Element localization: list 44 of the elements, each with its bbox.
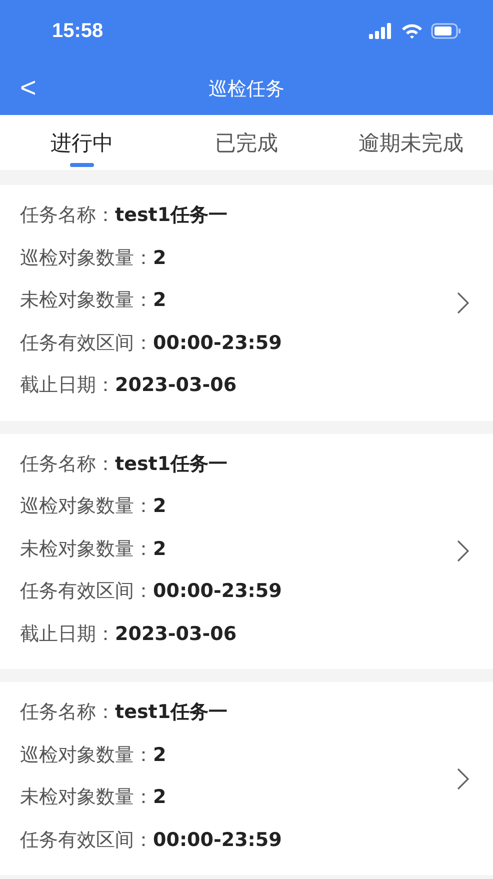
task-card[interactable]: 任务名称：test1任务一 巡检对象数量：2 未检对象数量：2 任务有效区间：00:00-23:59 截止日期：2023-03-06 <box>0 434 493 669</box>
field-value: 00:00-23:59 <box>153 828 282 851</box>
field-value: test1任务一 <box>115 203 228 228</box>
chevron-right-icon <box>457 768 469 790</box>
field-label: 巡检对象数量： <box>20 246 153 271</box>
tab[interactable]: 已完成 <box>164 115 329 170</box>
field-label: 巡检对象数量： <box>20 742 153 768</box>
field-label: 任务有效区间： <box>20 330 153 356</box>
field-label: 任务有效区间： <box>20 828 153 853</box>
field-label: 任务有效区间： <box>20 579 153 604</box>
field-value: 2 <box>153 289 166 312</box>
field-label: 截止日期： <box>20 622 115 647</box>
battery-icon <box>431 23 461 39</box>
field-value: 2 <box>153 538 166 560</box>
field-value: 2 <box>153 495 166 518</box>
field-label: 未检对象数量： <box>20 785 153 810</box>
chevron-right-icon <box>457 540 469 562</box>
field-value: test1任务一 <box>115 452 228 477</box>
signal-icon <box>369 23 393 39</box>
field-label: 巡检对象数量： <box>20 494 153 520</box>
field-value: 00:00-23:59 <box>153 580 282 602</box>
field-value: 00:00-23:59 <box>153 332 282 354</box>
field-value: test1任务一 <box>115 700 228 726</box>
field-label: 未检对象数量： <box>20 536 153 562</box>
page-title: 巡检任务 <box>208 76 284 102</box>
wifi-icon <box>401 23 423 39</box>
task-card[interactable]: 任务名称：test1任务一 巡检对象数量：2 未检对象数量：2 任务有效区间：00:00-23:59 截止日期：2023-03-06 <box>0 185 493 420</box>
task-card[interactable]: 任务名称：test1任务一 巡检对象数量：2 未检对象数量：2 任务有效区间：00:00-23:59 <box>0 682 493 875</box>
field-value: 2 <box>153 786 166 808</box>
tab[interactable]: 逾期未完成 <box>328 115 493 170</box>
field-label: 任务名称： <box>20 452 115 477</box>
status-time: 15:58 <box>52 20 104 42</box>
tab[interactable]: 进行中 <box>0 115 164 170</box>
field-label: 未检对象数量： <box>20 288 153 314</box>
field-label: 任务名称： <box>20 700 115 726</box>
field-label: 任务名称： <box>20 203 115 228</box>
tab-indicator <box>70 163 94 167</box>
field-label: 截止日期： <box>20 373 115 398</box>
field-value: 2 <box>153 744 166 766</box>
field-value: 2 <box>153 246 166 269</box>
chevron-right-icon <box>457 292 469 314</box>
back-button[interactable]: < <box>14 72 42 104</box>
field-value: 2023-03-06 <box>115 374 237 396</box>
field-value: 2023-03-06 <box>115 622 237 645</box>
